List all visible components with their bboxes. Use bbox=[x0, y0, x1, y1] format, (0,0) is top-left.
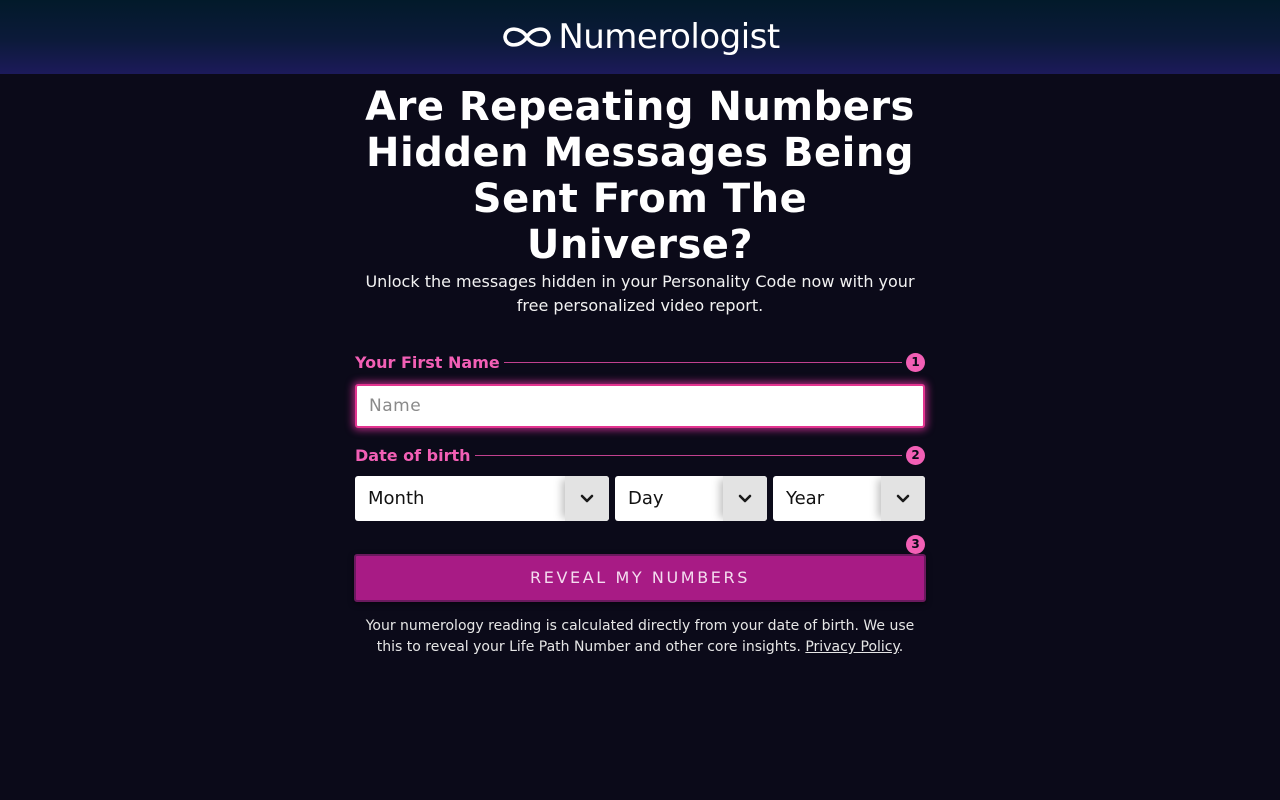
brand-name: Numerologist bbox=[558, 17, 780, 57]
step-1-divider bbox=[503, 361, 902, 363]
step-1-header: Your First Name 1 bbox=[355, 351, 925, 373]
page-subtitle: Unlock the messages hidden in your Perso… bbox=[365, 272, 915, 315]
date-of-birth-selects: Month Day Year bbox=[355, 476, 925, 521]
day-dropdown-button[interactable] bbox=[723, 476, 767, 521]
year-select[interactable]: Year bbox=[773, 476, 925, 521]
page-title: Are Repeating Numbers Hidden Messages Be… bbox=[365, 84, 915, 268]
site-header: Numerologist bbox=[0, 0, 1280, 74]
step-2-badge: 2 bbox=[906, 445, 925, 465]
chevron-down-icon bbox=[580, 494, 594, 502]
step-3-badge: 3 bbox=[906, 535, 925, 554]
first-name-input[interactable] bbox=[355, 384, 925, 428]
month-select[interactable]: Month bbox=[355, 476, 609, 521]
chevron-down-icon bbox=[896, 494, 910, 502]
chevron-down-icon bbox=[738, 494, 752, 502]
reveal-my-numbers-button[interactable]: REVEAL MY NUMBERS bbox=[354, 554, 926, 602]
step-3-header: 3 bbox=[355, 535, 925, 554]
privacy-disclaimer: Your numerology reading is calculated di… bbox=[355, 616, 925, 658]
first-name-label: Your First Name bbox=[355, 352, 500, 372]
step-2-header: Date of birth 2 bbox=[355, 444, 925, 466]
day-select-value: Day bbox=[628, 488, 664, 509]
main-content: Are Repeating Numbers Hidden Messages Be… bbox=[354, 84, 926, 658]
month-dropdown-button[interactable] bbox=[565, 476, 609, 521]
step-1-badge: 1 bbox=[906, 352, 925, 372]
year-dropdown-button[interactable] bbox=[881, 476, 925, 521]
brand-logo[interactable]: Numerologist bbox=[500, 17, 780, 57]
year-select-value: Year bbox=[786, 488, 825, 509]
day-select[interactable]: Day bbox=[615, 476, 767, 521]
infinity-icon bbox=[503, 27, 552, 47]
privacy-policy-link[interactable]: Privacy Policy bbox=[805, 639, 898, 655]
month-select-value: Month bbox=[368, 488, 425, 509]
disclaimer-suffix: . bbox=[898, 639, 904, 655]
step-2-divider bbox=[474, 454, 902, 456]
date-of-birth-label: Date of birth bbox=[355, 445, 471, 465]
